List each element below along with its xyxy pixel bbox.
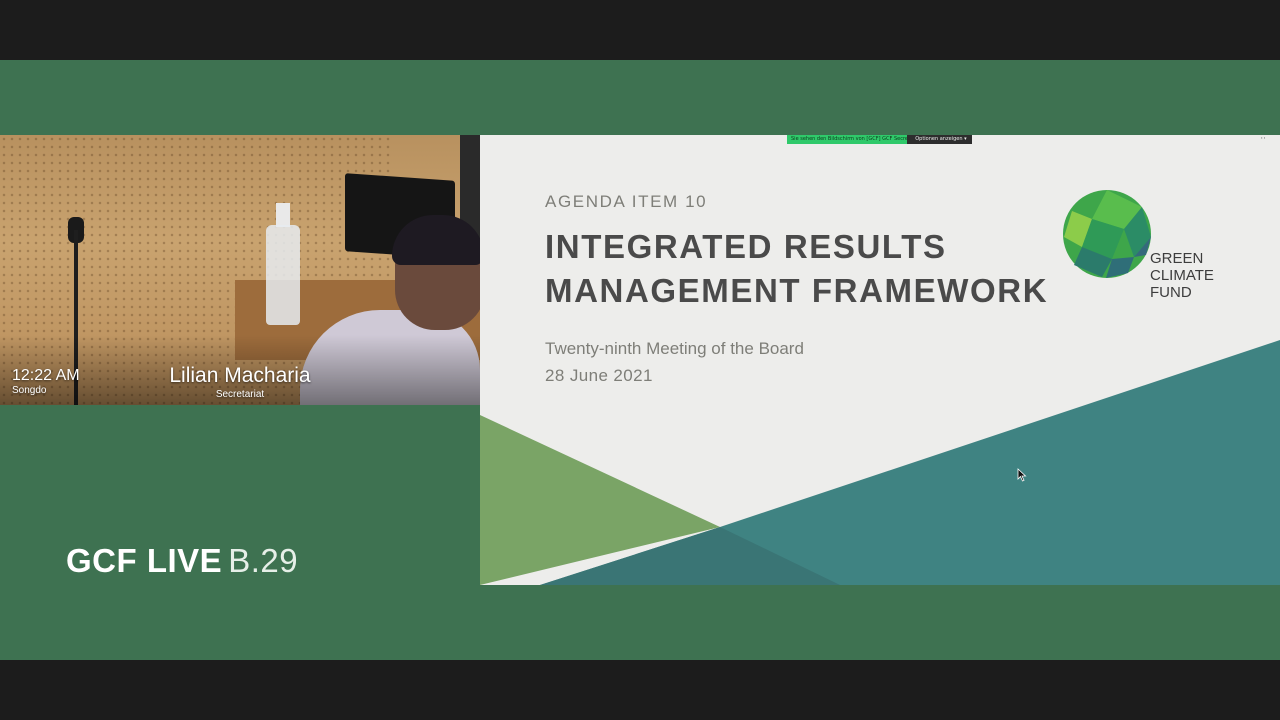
logo-line-2: CLIMATE (1150, 267, 1214, 284)
letterbox-bottom (0, 660, 1280, 720)
speaker-role: Secretariat (215, 389, 265, 400)
agenda-label: AGENDA ITEM 10 (545, 192, 708, 211)
mouse-pointer-icon (1017, 468, 1027, 482)
gcf-globe-icon (1063, 190, 1151, 278)
brand-main: GCF LIVE (66, 542, 223, 579)
brand-session: B.29 (228, 542, 299, 579)
gcf-logo-wordmark: GREEN CLIMATE FUND (1150, 250, 1214, 301)
meeting-name: Twenty-ninth Meeting of the Board (545, 339, 804, 358)
letterbox-top (0, 0, 1280, 60)
more-icon[interactable]: ·· (1260, 135, 1266, 144)
screen-share-toolbar: Sie sehen den Bildschirm von [GCF] GCF S… (787, 135, 972, 144)
screen-share-status: Sie sehen den Bildschirm von [GCF] GCF S… (787, 135, 908, 144)
local-time: 12:22 AM (12, 367, 80, 384)
sanitizer-pump (276, 203, 290, 227)
meeting-date: 28 June 2021 (545, 366, 653, 385)
broadcast-logo: GCF LIVE B.29 (66, 542, 298, 580)
location-label: Songdo (12, 385, 47, 396)
speaker-name: Lilian Macharia (169, 364, 311, 387)
sanitizer-bottle (266, 225, 300, 325)
slide-title-line-1: INTEGRATED RESULTS (545, 228, 947, 265)
view-options-button[interactable]: Optionen anzeigen ▾ (907, 135, 972, 144)
shared-slide: Sie sehen den Bildschirm von [GCF] GCF S… (480, 135, 1280, 585)
slide-title: INTEGRATED RESULTS MANAGEMENT FRAMEWORK (545, 225, 1048, 313)
logo-line-1: GREEN (1150, 250, 1204, 267)
logo-line-3: FUND (1150, 284, 1192, 301)
slide-title-line-2: MANAGEMENT FRAMEWORK (545, 272, 1049, 309)
